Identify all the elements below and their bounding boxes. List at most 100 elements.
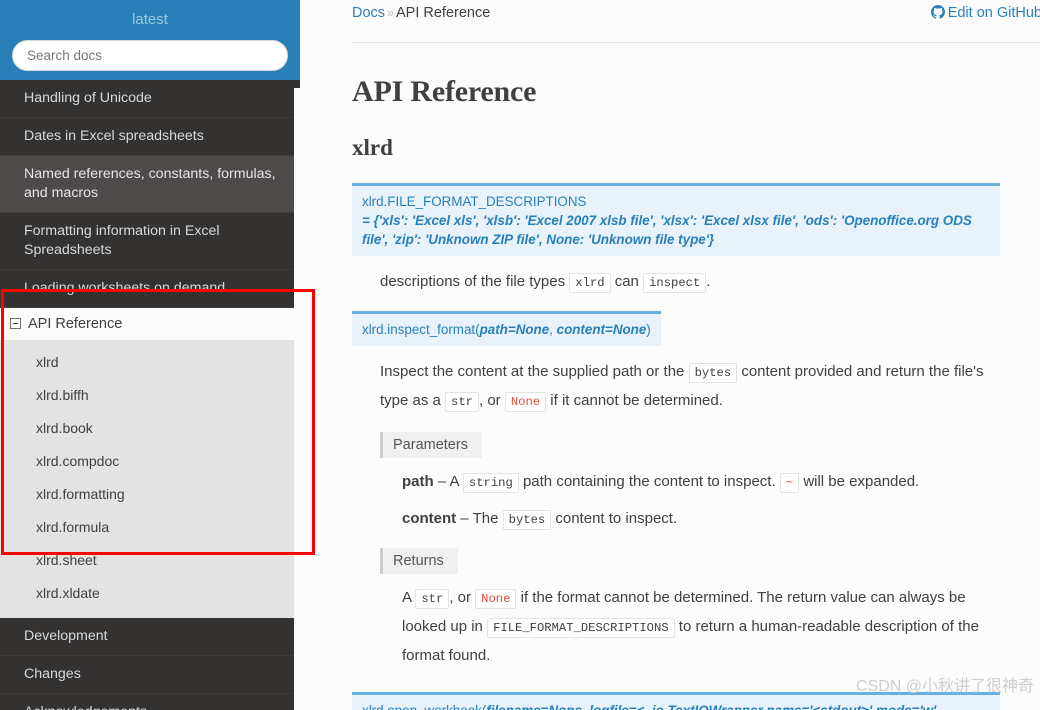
search-box[interactable]	[0, 32, 300, 71]
edit-on-github-link[interactable]: Edit on GitHub	[930, 5, 1040, 21]
parameters-label: Parameters	[380, 432, 482, 458]
param-content-default: None	[612, 322, 647, 337]
breadcrumb: Docs» API Reference Edit on GitHub	[300, 0, 1040, 42]
parameter-text-2: path containing the content to inspect.	[522, 473, 776, 490]
param-path-eq: =	[507, 322, 516, 337]
attribute-name: xlrd.FILE_FORMAT_DESCRIPTIONS	[362, 194, 587, 209]
sidebar-item-label: Changes	[24, 666, 81, 682]
parameter-content: content – The bytes content to inspect.	[402, 505, 1000, 534]
body-text-4: if it cannot be determined.	[550, 392, 723, 409]
sidebar-item-api-reference[interactable]: API Reference	[0, 308, 300, 340]
parameter-dash: –	[437, 473, 447, 490]
inspect-format-description: Inspect the content at the supplied path…	[380, 358, 1000, 416]
sidebar-subitem-xlrd-book[interactable]: xlrd.book	[0, 412, 295, 445]
desc-text-1: descriptions of the file types	[380, 273, 566, 290]
sidebar-item-development[interactable]: Development	[0, 618, 300, 656]
sidebar-subitem-label: xlrd.sheet	[36, 552, 97, 568]
returns-label: Returns	[380, 548, 458, 574]
returns-text-2: , or	[449, 589, 471, 606]
sidebar-subitem-xlrd-xldate[interactable]: xlrd.xldate	[0, 577, 295, 610]
desc-text-3: .	[706, 273, 711, 290]
file-format-description-text: descriptions of the file types xlrd can …	[380, 268, 1000, 297]
sidebar: xlrd latest Handling of Unicode Dates in…	[0, 0, 300, 710]
sidebar-subitem-label: xlrd.xldate	[36, 585, 100, 601]
document-body: API Reference xlrd xlrd.FILE_FORMAT_DESC…	[300, 75, 1000, 710]
documentation-page: xlrd latest Handling of Unicode Dates in…	[0, 0, 1040, 710]
param-path-name: path	[479, 322, 508, 337]
main-content: Docs» API Reference Edit on GitHub API Re…	[300, 0, 1040, 710]
sidebar-subnav-api-reference: xlrd xlrd.biffh xlrd.book xlrd.compdoc x…	[0, 340, 296, 618]
sidebar-item-label: Loading worksheets on demand	[24, 280, 226, 296]
github-icon	[930, 5, 945, 19]
sidebar-item-acknowledgements[interactable]: Acknowledgements	[0, 694, 300, 710]
breadcrumb-current: API Reference	[396, 5, 491, 21]
sidebar-item-loading-worksheets-on-demand[interactable]: Loading worksheets on demand	[0, 270, 300, 308]
file-format-description-body: descriptions of the file types xlrd can …	[352, 256, 1000, 297]
page-title: API Reference	[352, 75, 537, 108]
sidebar-item-dates-in-excel-spreadsheets[interactable]: Dates in Excel spreadsheets	[0, 118, 300, 156]
sidebar-version: latest	[132, 11, 168, 28]
sidebar-subitem-xlrd-biffh[interactable]: xlrd.biffh	[0, 379, 295, 412]
attribute-value: = {'xls': 'Excel xls', 'xlsb': 'Excel 20…	[362, 213, 972, 247]
sidebar-item-label: Acknowledgements	[24, 704, 147, 710]
function-name: xlrd.inspect_format(	[362, 322, 480, 337]
sidebar-subitem-xlrd-compdoc[interactable]: xlrd.compdoc	[0, 445, 295, 478]
desc-text-2: can	[614, 273, 639, 290]
inline-code-xlrd: xlrd	[569, 273, 611, 293]
function-name: xlrd.open_workbook(	[362, 703, 486, 710]
search-input[interactable]	[12, 40, 288, 71]
inline-code-bytes: bytes	[688, 363, 738, 383]
parameter-text-1: The	[472, 510, 499, 527]
sidebar-subitem-label: xlrd	[36, 354, 59, 370]
signature-open-workbook: xlrd.open_workbook(filename=None, logfil…	[352, 692, 1000, 710]
inline-code-inspect: inspect	[643, 273, 707, 293]
returns-description: A str, or None if the format cannot be d…	[380, 584, 1000, 670]
parameter-path: path – A string path containing the cont…	[402, 468, 1000, 497]
sidebar-item-formatting-information[interactable]: Formatting information in Excel Spreadsh…	[0, 213, 300, 270]
sidebar-subitem-label: xlrd.biffh	[36, 387, 89, 403]
inline-code-tilde: ~	[779, 473, 800, 493]
sidebar-subitem-label: xlrd.formatting	[36, 486, 125, 502]
parameter-name: content	[402, 510, 457, 527]
parameter-text-2: content to inspect.	[555, 510, 678, 527]
param-path-default: None	[515, 322, 550, 337]
sidebar-subitem-label: xlrd.compdoc	[36, 453, 120, 469]
breadcrumb-separator: »	[387, 6, 394, 20]
section-title-xlrd: xlrd	[352, 135, 393, 160]
sidebar-subitem-xlrd[interactable]: xlrd	[0, 346, 295, 379]
signature-comma: ,	[549, 322, 557, 337]
sidebar-item-label: Dates in Excel spreadsheets	[24, 128, 204, 144]
sidebar-nav: Handling of Unicode Dates in Excel sprea…	[0, 80, 300, 710]
sidebar-item-label: Handling of Unicode	[24, 90, 152, 106]
edit-on-github-label: Edit on GitHub	[947, 5, 1040, 21]
sidebar-item-label: Formatting information in Excel Spreadsh…	[24, 223, 220, 258]
inline-code-str: str	[415, 589, 450, 609]
minus-box-icon[interactable]	[10, 318, 21, 329]
parameter-name: path	[402, 473, 434, 490]
sidebar-item-label: Development	[24, 628, 108, 644]
breadcrumb-docs-link[interactable]: Docs	[352, 5, 385, 21]
signature-close-paren: )	[646, 322, 651, 337]
sidebar-subitem-label: xlrd.book	[36, 420, 93, 436]
sidebar-item-handling-of-unicode[interactable]: Handling of Unicode	[0, 80, 300, 118]
sidebar-item-named-references[interactable]: Named references, constants, formulas, a…	[0, 156, 300, 213]
returns-text-1: A	[402, 589, 412, 606]
parameter-text-3: will be expanded.	[803, 473, 920, 490]
sidebar-subitem-xlrd-formatting[interactable]: xlrd.formatting	[0, 478, 295, 511]
signature-file-format-descriptions: xlrd.FILE_FORMAT_DESCRIPTIONS = {'xls': …	[352, 183, 1000, 256]
param-content-name: content	[556, 322, 605, 337]
signature-inspect-format: xlrd.inspect_format(path=None, content=N…	[352, 311, 661, 346]
inline-code-str: str	[445, 392, 479, 412]
sidebar-header: xlrd latest	[0, 0, 300, 80]
breadcrumb-divider	[352, 42, 1040, 43]
sidebar-subitem-xlrd-sheet[interactable]: xlrd.sheet	[0, 544, 295, 577]
inline-code-string: string	[462, 473, 519, 493]
sidebar-item-changes[interactable]: Changes	[0, 656, 300, 694]
sidebar-subitem-xlrd-formula[interactable]: xlrd.formula	[0, 511, 295, 544]
inline-code-file-format-descriptions: FILE_FORMAT_DESCRIPTIONS	[487, 618, 675, 638]
sidebar-item-label: API Reference	[28, 316, 123, 332]
body-text-3: , or	[479, 392, 501, 409]
sidebar-subitem-label: xlrd.formula	[36, 519, 110, 535]
sidebar-item-label: Named references, constants, formulas, a…	[24, 166, 276, 201]
inline-code-none: None	[475, 589, 517, 609]
